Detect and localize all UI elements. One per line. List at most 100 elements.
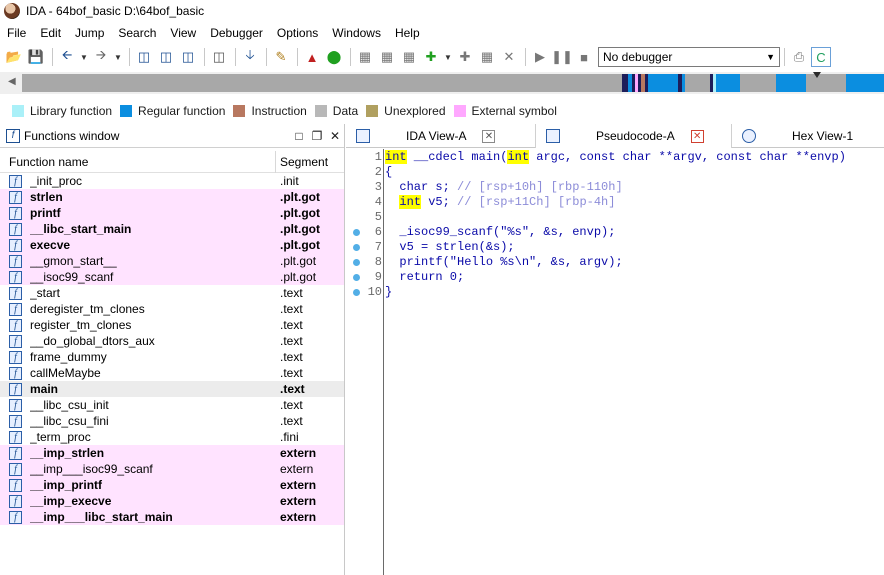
save-icon[interactable]: 💾 (26, 47, 46, 67)
maximize-icon[interactable]: □ (290, 129, 308, 143)
menu-options[interactable]: Options (270, 22, 325, 44)
hex-view-icon (742, 129, 756, 143)
function-row[interactable]: f _start .text (0, 285, 344, 301)
make-code-icon[interactable]: ▦ (355, 47, 375, 67)
function-row[interactable]: f printf .plt.got (0, 205, 344, 221)
function-row[interactable]: f __libc_csu_init .text (0, 397, 344, 413)
toolbar-separator (204, 48, 205, 66)
debugger-select[interactable]: No debugger ▼ (598, 47, 780, 67)
function-row[interactable]: f __imp_strlen extern (0, 445, 344, 461)
function-segment: .plt.got (280, 206, 320, 220)
search-text-icon[interactable]: ◫ (156, 47, 176, 67)
function-icon: f (9, 190, 22, 204)
line-number: 3 (374, 180, 382, 194)
start-play-icon[interactable]: ▶ (530, 47, 550, 67)
function-row[interactable]: f main .text (0, 381, 344, 397)
forward-dropdown-icon[interactable]: ▼ (113, 47, 123, 67)
search-binary-icon[interactable]: ◫ (134, 47, 154, 67)
function-row[interactable]: f __imp___isoc99_scanf extern (0, 461, 344, 477)
float-window-icon[interactable]: ❐ (308, 129, 326, 143)
code-text: } (385, 285, 392, 300)
nav-segment (648, 74, 678, 92)
menu-windows[interactable]: Windows (325, 22, 388, 44)
ida-app-icon (4, 3, 20, 19)
function-row[interactable]: f strlen .plt.got (0, 189, 344, 205)
function-row[interactable]: f __libc_csu_fini .text (0, 413, 344, 429)
pencil-edit-icon[interactable]: ✎ (271, 47, 291, 67)
pseudocode-view[interactable]: 1 int __cdecl main(int argc, const char *… (346, 149, 884, 575)
menu-view[interactable]: View (163, 22, 203, 44)
close-icon[interactable]: ✕ (482, 129, 496, 143)
line-number: 6 (374, 225, 382, 239)
function-row[interactable]: f __imp_printf extern (0, 477, 344, 493)
function-row[interactable]: f __imp_execve extern (0, 493, 344, 509)
forward-arrow-icon[interactable]: 🡪 (91, 47, 111, 67)
function-row[interactable]: f register_tm_clones .text (0, 317, 344, 333)
code-text: v5 = strlen(&s); (385, 240, 514, 255)
function-row[interactable]: f _init_proc .init (0, 173, 344, 189)
tab-pseudocode-a[interactable]: Pseudocode-A ✕ (536, 124, 732, 148)
function-row[interactable]: f _term_proc .fini (0, 429, 344, 445)
function-name: execve (30, 238, 71, 252)
function-row[interactable]: f execve .plt.got (0, 237, 344, 253)
menu-debugger[interactable]: Debugger (203, 22, 270, 44)
search-immediate-icon[interactable]: ◫ (178, 47, 198, 67)
function-row[interactable]: f deregister_tm_clones .text (0, 301, 344, 317)
line-number: 1 (374, 150, 382, 164)
nav-track[interactable] (22, 72, 884, 92)
green-circle-icon[interactable]: ⬤ (324, 47, 344, 67)
code-token: char s; (385, 180, 458, 194)
back-dropdown-icon[interactable]: ▼ (79, 47, 89, 67)
function-row[interactable]: f __do_global_dtors_aux .text (0, 333, 344, 349)
menu-edit[interactable]: Edit (33, 22, 68, 44)
pause-icon[interactable]: ❚❚ (551, 47, 573, 67)
menu-help[interactable]: Help (388, 22, 427, 44)
function-icon: f (9, 382, 22, 396)
breakpoint-dot-icon[interactable] (353, 244, 360, 251)
function-name: strlen (30, 190, 63, 204)
tab-label: IDA View-A (406, 129, 467, 143)
breakpoint-dot-icon[interactable] (353, 289, 360, 296)
make-data-icon[interactable]: ▦ (377, 47, 397, 67)
function-row[interactable]: f callMeMaybe .text (0, 365, 344, 381)
function-row[interactable]: f frame_dummy .text (0, 349, 344, 365)
menu-search[interactable]: Search (111, 22, 163, 44)
code-text: char s; // [rsp+10h] [rbp-110h] (385, 180, 622, 195)
close-icon[interactable]: ✕ (326, 129, 344, 143)
attach-process-icon[interactable]: ⎙ (789, 47, 809, 67)
function-icon: f (6, 128, 20, 143)
stop-icon[interactable]: ■ (574, 47, 594, 67)
function-row[interactable]: f __gmon_start__ .plt.got (0, 253, 344, 269)
create-function-icon[interactable]: ✚ (455, 47, 475, 67)
breakpoint-dot-icon[interactable] (353, 274, 360, 281)
close-icon[interactable]: ✕ (690, 129, 704, 143)
search-next-icon[interactable]: ◫ (209, 47, 229, 67)
decompile-icon[interactable]: C (811, 47, 831, 67)
warning-triangle-icon[interactable]: ▲ (302, 47, 322, 67)
breakpoint-dot-icon[interactable] (353, 229, 360, 236)
code-text: _isoc99_scanf("%s", &s, envp); (385, 225, 615, 240)
function-row[interactable]: f __libc_start_main .plt.got (0, 221, 344, 237)
make-ascii-icon[interactable]: ▦ (399, 47, 419, 67)
breakpoint-dot-icon[interactable] (353, 259, 360, 266)
jump-down-arrow-icon[interactable]: 🡣 (240, 47, 260, 67)
nav-segment (740, 74, 776, 92)
menu-bar: File Edit Jump Search View Debugger Opti… (0, 22, 884, 44)
make-array-icon[interactable]: ✚ (421, 47, 441, 67)
make-array-dropdown-icon[interactable]: ▼ (443, 47, 453, 67)
column-segment[interactable]: Segment (276, 155, 328, 169)
tab-ida-view-a[interactable]: IDA View-A ✕ (346, 124, 536, 148)
struct-icon[interactable]: ▦ (477, 47, 497, 67)
menu-jump[interactable]: Jump (68, 22, 111, 44)
open-folder-icon[interactable]: 📂 (4, 47, 24, 67)
tab-hex-view-1[interactable]: Hex View-1 (732, 124, 884, 148)
column-function-name[interactable]: Function name (0, 150, 276, 173)
menu-file[interactable]: File (0, 22, 33, 44)
function-row[interactable]: f __isoc99_scanf .plt.got (0, 269, 344, 285)
function-icon: f (9, 254, 22, 268)
back-arrow-icon[interactable]: 🡨 (57, 47, 77, 67)
undefine-x-icon[interactable]: ✕ (499, 47, 519, 67)
function-row[interactable]: f __imp___libc_start_main extern (0, 509, 344, 525)
nav-scroll-left-icon[interactable]: ◀ (8, 76, 18, 90)
navigation-band[interactable]: ◀ (0, 72, 884, 94)
